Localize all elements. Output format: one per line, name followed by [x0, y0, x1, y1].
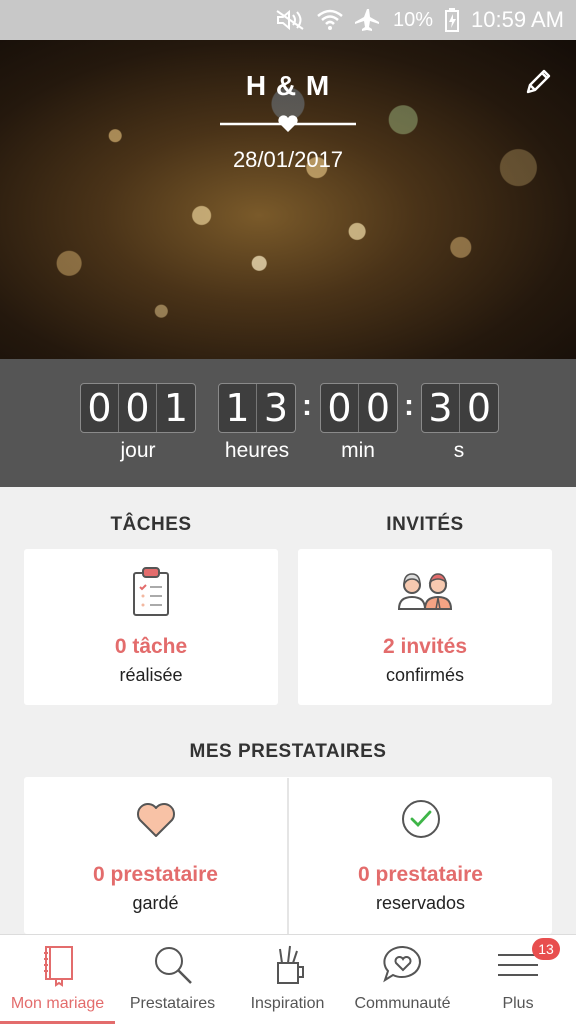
seconds-digits: 3 0: [421, 383, 499, 433]
separator: :: [404, 389, 414, 422]
nav-label: Plus: [502, 995, 534, 1012]
hero-banner: H & M 28/01/2017: [0, 40, 576, 359]
digit: 0: [466, 386, 492, 430]
digit: 3: [263, 386, 289, 430]
vendors-title: MES PRESTATAIRES: [189, 741, 387, 762]
tasks-card[interactable]: 0 tâche réalisée: [24, 549, 278, 705]
nav-communaute[interactable]: Communauté: [345, 935, 460, 1024]
vendors-kept-count: 0 prestataire: [93, 863, 218, 886]
pencil-cup-icon: [276, 945, 304, 984]
airplane-icon: [355, 8, 381, 32]
heart-icon: [136, 803, 175, 837]
nav-label: Mon mariage: [10, 995, 105, 1012]
bottom-nav: Mon mariage Prestataires Inspiration Com…: [0, 934, 576, 1024]
digit: 0: [81, 384, 119, 432]
couple-names: H & M: [245, 70, 331, 101]
digit: 1: [219, 384, 257, 432]
chat-heart-icon: [382, 945, 421, 983]
minutes-label: min: [341, 439, 375, 462]
pencil-icon[interactable]: [522, 66, 554, 98]
notebook-icon: [43, 946, 73, 987]
wifi-icon: [317, 9, 343, 31]
check-circle-icon: [401, 800, 440, 838]
clock: 10:59 AM: [471, 7, 564, 32]
nav-mon-mariage[interactable]: Mon mariage: [0, 935, 115, 1024]
couple-icon: [397, 573, 453, 610]
guests-title: INVITÉS: [386, 514, 464, 535]
tasks-count: 0 tâche: [114, 635, 188, 658]
search-icon: [154, 947, 192, 984]
tasks-status: réalisée: [119, 665, 183, 685]
charging-icon: [445, 8, 460, 32]
wedding-date: 28/01/2017: [232, 147, 344, 172]
battery-percent: 10%: [393, 8, 434, 31]
digit: 0: [365, 386, 391, 430]
heart-divider-icon: [220, 115, 356, 132]
digit: 3: [422, 384, 460, 432]
clipboard-icon: [133, 567, 169, 616]
guests-card[interactable]: 2 invités confirmés: [298, 549, 552, 705]
vendors-booked[interactable]: 0 prestataire reservados: [289, 777, 552, 934]
notification-badge: 13: [532, 938, 560, 960]
nav-label: Inspiration: [250, 995, 325, 1012]
hours-label: heures: [224, 439, 290, 462]
nav-prestataires[interactable]: Prestataires: [115, 935, 230, 1024]
digit: 0: [321, 384, 359, 432]
guests-count: 2 invités: [382, 635, 468, 658]
minutes-digits: 0 0: [320, 383, 398, 433]
digit: 0: [119, 384, 157, 432]
days-label: jour: [120, 439, 156, 462]
tasks-title: TÂCHES: [110, 514, 192, 535]
vendors-booked-status: reservados: [375, 893, 466, 913]
nav-inspiration[interactable]: Inspiration: [230, 935, 345, 1024]
guests-status: confirmés: [385, 665, 465, 685]
vendors-kept-status: gardé: [132, 893, 179, 913]
digit: 1: [163, 386, 189, 430]
nav-label: Prestataires: [129, 995, 216, 1012]
vendors-booked-count: 0 prestataire: [358, 863, 483, 886]
seconds-label: s: [453, 439, 465, 462]
status-bar: 10% 10:59 AM: [0, 0, 576, 40]
vendors-kept[interactable]: 0 prestataire gardé: [24, 777, 287, 934]
hours-digits: 1 3: [218, 383, 296, 433]
mute-icon: [275, 9, 305, 31]
separator: :: [302, 389, 312, 422]
nav-label: Communauté: [354, 995, 451, 1012]
days-digits: 0 0 1: [80, 383, 196, 433]
countdown-panel: 0 0 1 1 3 : 0 0 : 3 0 jour heures min s: [0, 359, 576, 487]
